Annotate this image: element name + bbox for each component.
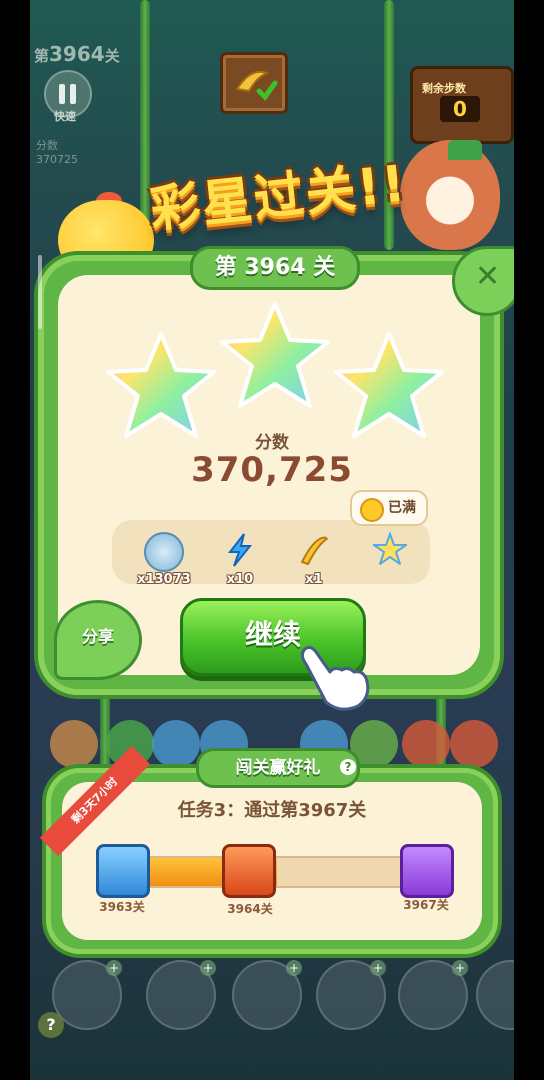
speed-label[interactable]: 快速 [54, 108, 76, 124]
hud-score-value: 370725 [36, 153, 78, 166]
full-badge-text: 已满 [388, 500, 416, 516]
reward-lightning: x10 [210, 532, 270, 587]
scroll-indicator [38, 255, 42, 329]
task-progress-bar [120, 856, 434, 888]
task-banner: 闯关赢好礼 [196, 748, 360, 788]
reward-banana: x1 [284, 532, 344, 587]
plus-icon: + [106, 960, 122, 976]
level-clear-title: 彩星过关!! [147, 154, 410, 239]
full-badge: 已满 [350, 490, 428, 526]
booster-rocket[interactable]: + [398, 960, 468, 1030]
moves-label: 剩余步数 [422, 82, 466, 95]
booster-clock[interactable]: + [146, 960, 216, 1030]
lightning-icon [227, 533, 253, 567]
plus-icon: + [370, 960, 386, 976]
booster-swap[interactable]: + [232, 960, 302, 1030]
level-indicator: 第3964关 [34, 42, 120, 66]
game-screen: 第3964关 快速 分数 370725 剩余步数 0 彩星过关!! 第 3964… [0, 0, 544, 1080]
right-letterbox [514, 0, 544, 1080]
pointing-hand-icon [300, 645, 370, 711]
star-2-icon [220, 302, 330, 408]
silver-coin-icon [144, 532, 184, 572]
plus-icon: + [286, 960, 302, 976]
help-icon[interactable]: ? [340, 759, 356, 775]
close-button[interactable]: ✕ [452, 246, 522, 316]
reward-count: x13073 [137, 572, 191, 587]
plus-icon: + [200, 960, 216, 976]
milestone-label: 3967关 [403, 898, 449, 912]
milestone-label: 3963关 [99, 900, 145, 914]
level-banner: 第 3964 关 [190, 246, 360, 290]
help-badge-icon[interactable]: ? [38, 1012, 64, 1038]
reward-count: x10 [226, 572, 254, 587]
plus-icon: + [452, 960, 468, 976]
hud-score-label: 分数 [36, 139, 58, 152]
gold-coin-icon [360, 498, 384, 522]
reward-star-trophy [360, 531, 420, 572]
board-piece [50, 720, 98, 768]
star-1-icon [106, 332, 216, 438]
vine [100, 690, 110, 770]
board-piece [450, 720, 498, 768]
booster-magnet[interactable]: + [316, 960, 386, 1030]
chest-blue-icon[interactable] [96, 844, 150, 898]
chest-red-icon[interactable] [222, 844, 276, 898]
goal-banana-sign [220, 52, 288, 114]
banana-icon [300, 536, 331, 566]
close-icon: ✕ [475, 259, 501, 294]
board-piece [402, 720, 450, 768]
moves-value: 0 [440, 96, 480, 122]
reward-count: x1 [305, 572, 323, 587]
left-letterbox [0, 0, 30, 1080]
score-value: 370,725 [191, 450, 353, 490]
milestone-label: 3964关 [227, 902, 273, 916]
star-trophy-icon [370, 531, 410, 567]
reward-coins: x13073 [134, 532, 194, 587]
chest-purple-icon[interactable] [400, 844, 454, 898]
board-piece [152, 720, 200, 768]
banana-check-icon [235, 70, 278, 101]
star-3-icon [334, 332, 444, 438]
task-text: 任务3：通过第3967关 [177, 800, 367, 821]
share-button[interactable]: 分享 [54, 600, 142, 680]
raccoon-hat [448, 140, 482, 160]
